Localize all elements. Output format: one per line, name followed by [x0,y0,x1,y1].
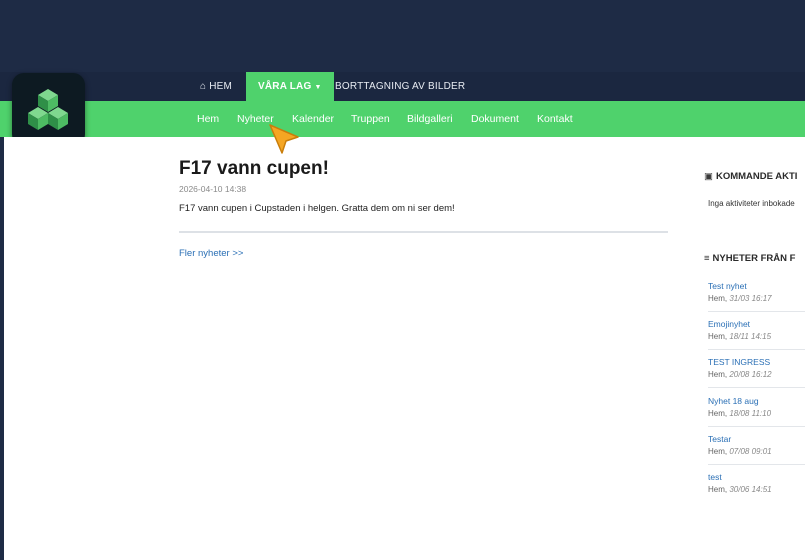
news-item-title[interactable]: Nyhet 18 aug [708,396,805,406]
news-item-title[interactable]: Test nyhet [708,281,805,291]
news-list-item: Nyhet 18 aug Hem, 18/08 11:10 [708,396,805,418]
news-item-meta: Hem, 30/06 14:51 [708,485,805,494]
news-item-date: 31/03 16:17 [729,294,772,303]
news-separator [708,426,805,427]
news-item-title[interactable]: Testar [708,434,805,444]
nav-image-removal-label: BORTTAGNING AV BILDER [335,81,466,92]
news-item-date: 18/08 11:10 [729,409,772,418]
news-item-date: 18/11 14:15 [729,332,772,341]
nav-home-label: HEM [209,81,233,92]
top-navigation-bar: ⌂ HEM VÅRA LAG ▼ BORTTAGNING AV BILDER [0,72,805,101]
news-separator [708,349,805,350]
news-item-title[interactable]: Emojinyhet [708,319,805,329]
news-item-meta: Hem, 20/08 16:12 [708,370,805,379]
news-item-meta: Hem, 31/03 16:17 [708,294,805,303]
subnav-kontakt[interactable]: Kontakt [537,101,573,137]
news-heading: ≡ NYHETER FRÅN F [704,253,795,264]
subnav-bildgalleri[interactable]: Bildgalleri [407,101,453,137]
team-sub-navigation: Hem Nyheter Kalender Truppen Bildgalleri… [0,101,805,137]
calendar-icon: ▣ [704,171,713,182]
news-separator [708,464,805,465]
app-icon[interactable] [12,73,85,146]
article-title: F17 vann cupen! [179,158,329,179]
news-item-source: Hem, [708,370,728,379]
news-item-source: Hem, [708,332,728,341]
nav-teams-dropdown[interactable]: VÅRA LAG ▼ [246,72,334,101]
upcoming-empty-text: Inga aktiviteter inbokade [708,199,795,208]
list-icon: ≡ [704,253,710,264]
article-date: 2026-04-10 14:38 [179,184,247,194]
caret-down-icon: ▼ [314,84,322,91]
divider [179,231,668,233]
news-item-source: Hem, [708,294,728,303]
nav-image-removal[interactable]: BORTTAGNING AV BILDER [335,72,465,101]
news-item-source: Hem, [708,447,728,456]
news-item-source: Hem, [708,409,728,418]
news-list-item: Emojinyhet Hem, 18/11 14:15 [708,319,805,341]
upcoming-heading-label: KOMMANDE AKTI [715,171,798,182]
subnav-dokument[interactable]: Dokument [471,101,519,137]
subnav-hem[interactable]: Hem [197,101,219,137]
news-heading-label: NYHETER FRÅN F [712,253,796,264]
news-item-title[interactable]: test [708,472,805,482]
news-item-source: Hem, [708,485,728,494]
news-item-date: 07/08 09:01 [729,447,772,456]
news-list-item: TEST INGRESS Hem, 20/08 16:12 [708,357,805,379]
pointer-cursor [269,124,299,154]
upcoming-activities-heading: ▣ KOMMANDE AKTI [704,171,797,182]
page-content [4,137,805,560]
subnav-truppen[interactable]: Truppen [351,101,390,137]
news-item-meta: Hem, 18/08 11:10 [708,409,805,418]
news-item-title[interactable]: TEST INGRESS [708,357,805,367]
news-list-item: Test nyhet Hem, 31/03 16:17 [708,281,805,303]
news-separator [708,311,805,312]
news-item-meta: Hem, 07/08 09:01 [708,447,805,456]
article-body: F17 vann cupen i Cupstaden i helgen. Gra… [179,203,455,214]
nav-home[interactable]: ⌂ HEM [200,72,232,101]
cubes-app-icon [28,89,68,130]
news-item-meta: Hem, 18/11 14:15 [708,332,805,341]
home-icon: ⌂ [200,81,207,92]
news-list-item: Testar Hem, 07/08 09:01 [708,434,805,456]
news-list-item: test Hem, 30/06 14:51 [708,472,805,494]
nav-teams-label: VÅRA LAG [258,81,312,92]
more-news-link[interactable]: Fler nyheter >> [179,248,243,259]
news-item-date: 30/06 14:51 [729,485,772,494]
news-separator [708,387,805,388]
news-item-date: 20/08 16:12 [729,370,772,379]
